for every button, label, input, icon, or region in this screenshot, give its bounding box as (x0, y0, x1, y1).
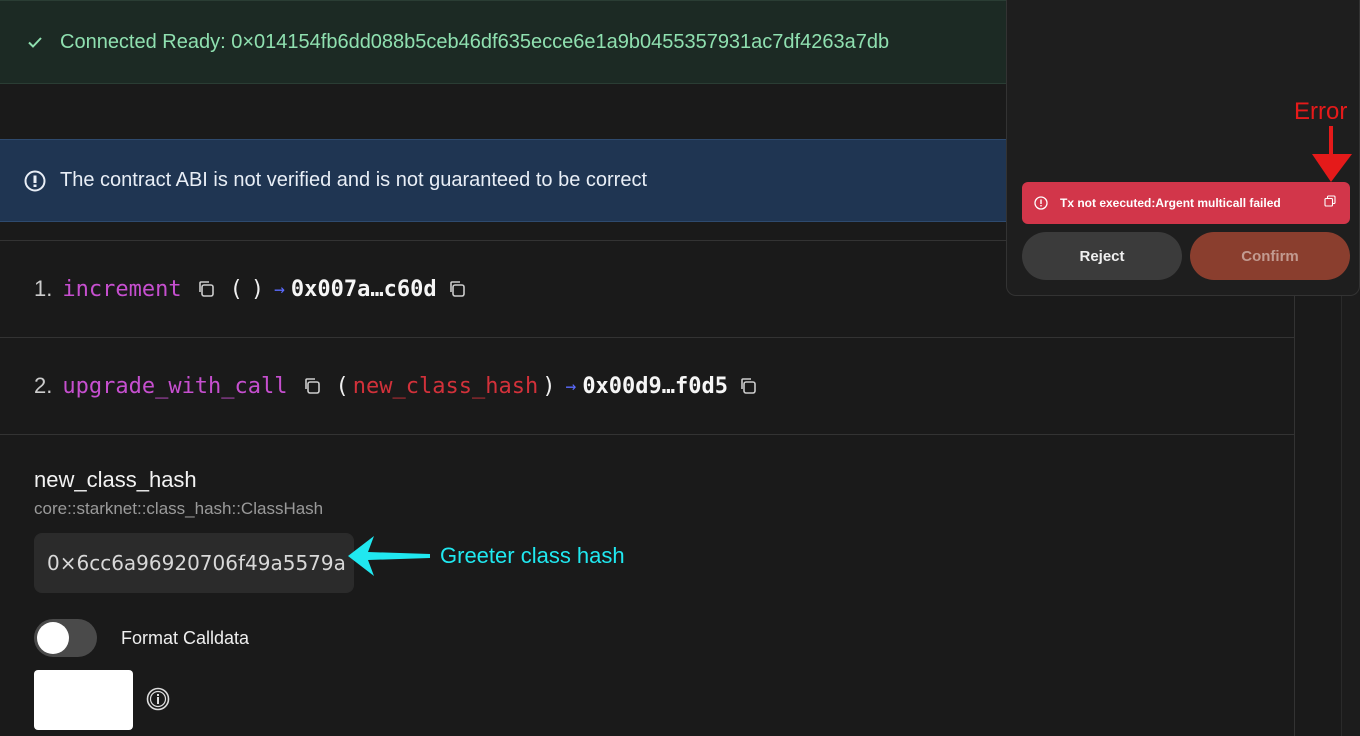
open-paren: ( (229, 276, 243, 302)
connection-status-text: Connected Ready: 0×014154fb6dd088b5ceb46… (60, 30, 890, 53)
error-annotation-label: Error (1294, 98, 1348, 125)
return-arrow: → (565, 375, 577, 397)
param-type: core::starknet::class_hash::ClassHash (34, 499, 324, 518)
close-paren: ) (250, 276, 265, 302)
confirm-button[interactable]: Confirm (1190, 232, 1350, 280)
abi-warning-text: The contract ABI is not verified and is … (60, 169, 648, 191)
tx-error-alert: Tx not executed:Argent multicall failed (1022, 182, 1350, 224)
annotation-arrow (348, 536, 430, 576)
error-icon (1034, 196, 1048, 210)
reject-button[interactable]: Reject (1022, 232, 1182, 280)
copy-icon[interactable] (302, 376, 322, 396)
error-annotation-arrow (1312, 126, 1352, 182)
info-icon[interactable] (146, 687, 170, 711)
return-arrow: → (274, 278, 285, 300)
class-hash-input[interactable]: 0×6cc6a96920706f49a5579a (34, 533, 354, 593)
param-label: new_class_hash (34, 467, 197, 492)
close-paren: ) (542, 373, 556, 399)
function-param: new_class_hash (352, 373, 539, 399)
function-row-upgrade-with-call[interactable]: 2. upgrade_with_call ( new_class_hash ) … (0, 338, 1294, 435)
function-index: 2. (34, 373, 53, 398)
copy-icon[interactable] (738, 376, 758, 396)
function-index: 1. (34, 276, 53, 301)
submit-button[interactable] (34, 670, 133, 730)
function-name: increment (62, 276, 182, 302)
open-paren: ( (335, 373, 349, 399)
check-icon (24, 31, 46, 53)
function-list: 1. increment ( ) → 0x007a…c60d 2. upgrad… (0, 240, 1295, 736)
return-selector: 0x007a…c60d (290, 276, 437, 302)
return-selector: 0x00d9…f0d5 (582, 373, 729, 399)
copy-icon[interactable] (447, 279, 467, 299)
function-name: upgrade_with_call (62, 373, 288, 399)
format-calldata-row: Format Calldata (34, 619, 249, 657)
annotation-text: Greeter class hash (440, 543, 625, 568)
tx-error-message: Tx not executed:Argent multicall failed (1060, 196, 1281, 210)
alert-icon (24, 170, 46, 192)
connection-status-banner: Connected Ready: 0×014154fb6dd088b5ceb46… (0, 0, 1010, 84)
copy-icon[interactable] (1324, 195, 1336, 207)
param-form: new_class_hash core::starknet::class_has… (34, 467, 354, 593)
copy-icon[interactable] (196, 279, 216, 299)
toggle-knob (37, 622, 69, 654)
format-calldata-toggle[interactable] (34, 619, 97, 657)
format-calldata-label: Format Calldata (121, 627, 250, 648)
abi-warning-banner: The contract ABI is not verified and is … (0, 139, 1010, 222)
